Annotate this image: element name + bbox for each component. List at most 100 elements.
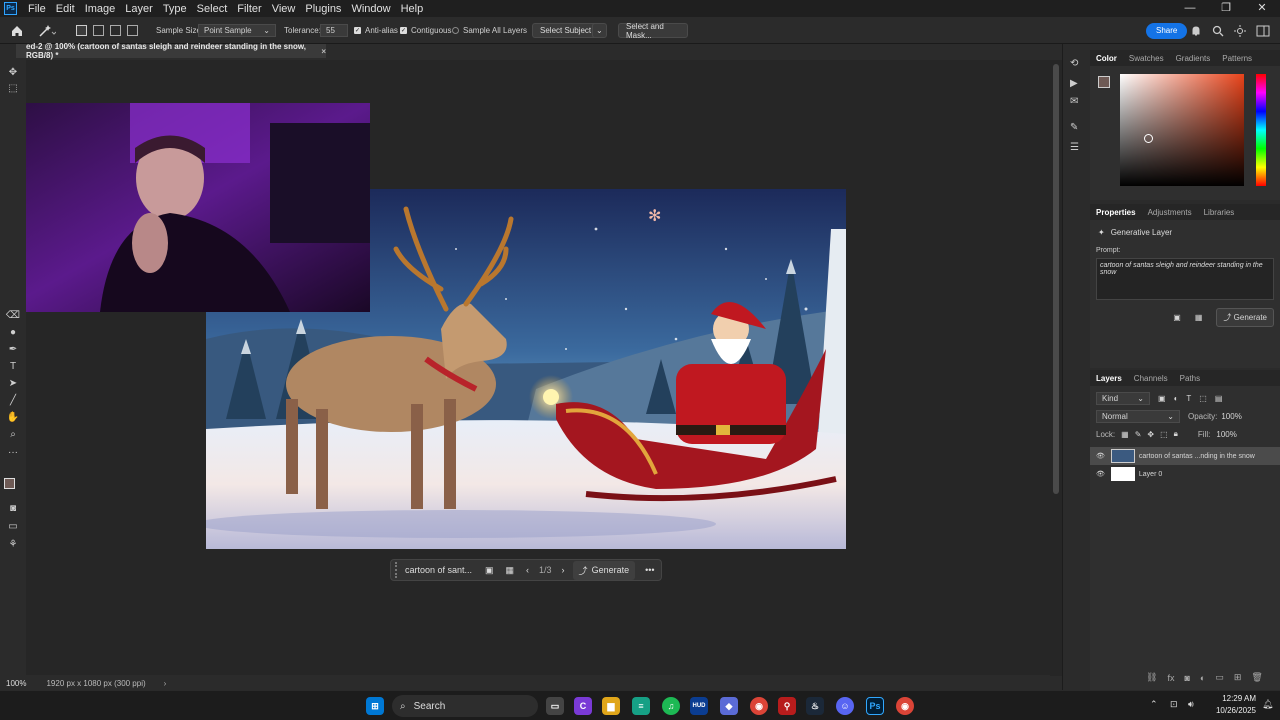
menu-window[interactable]: Window (346, 3, 395, 15)
new-group-icon[interactable]: ▭ (1215, 672, 1224, 683)
layer-row-generative[interactable]: 👁︎ cartoon of santas ...nding in the sno… (1090, 447, 1280, 465)
intersect-selection-icon[interactable] (127, 25, 138, 36)
pen-tool-icon[interactable]: ✒ (5, 343, 21, 357)
network-icon[interactable]: ⊡ (1170, 699, 1178, 710)
next-variation-icon[interactable]: › (562, 565, 565, 575)
variations-grid-icon[interactable]: ▦ (1195, 313, 1203, 322)
new-selection-icon[interactable] (76, 25, 87, 36)
history-icon[interactable]: ⟲ (1070, 58, 1078, 69)
more-tools-icon[interactable]: ··· (5, 446, 21, 460)
notepad-icon[interactable]: ≡ (632, 697, 650, 715)
path-selection-tool-icon[interactable]: ➤ (5, 377, 21, 391)
tab-swatches[interactable]: Swatches (1123, 54, 1170, 63)
vertical-scroll-thumb[interactable] (1053, 64, 1059, 494)
select-subject-button[interactable]: Select Subject (532, 23, 600, 38)
reference-image-icon[interactable]: ▣ (1173, 313, 1181, 322)
filter-shape-icon[interactable]: ⬚ (1199, 394, 1207, 403)
workspace-icon[interactable] (1256, 17, 1270, 44)
tab-properties[interactable]: Properties (1090, 208, 1142, 217)
zoom-level[interactable]: 100% (6, 679, 26, 688)
lock-all-icon[interactable]: 🔒︎ (1174, 429, 1178, 439)
marquee-tool-icon[interactable]: ⬚ (5, 82, 21, 96)
foreground-color-swatch[interactable] (4, 478, 15, 489)
reference-image-icon[interactable]: ▣ (485, 565, 494, 576)
bell-icon[interactable] (1190, 17, 1202, 44)
filter-type-icon[interactable]: T (1186, 394, 1191, 403)
chrome-icon[interactable]: ◉ (750, 697, 768, 715)
layer-name[interactable]: cartoon of santas ...nding in the snow (1139, 453, 1255, 460)
home-icon[interactable] (10, 17, 24, 44)
blend-mode-select[interactable]: Normal ⌄ (1096, 410, 1180, 423)
anti-alias-checkbox[interactable]: ✓ Anti-alias (354, 17, 398, 44)
share-button[interactable]: Share (1146, 22, 1188, 39)
generative-fill-icon[interactable]: ⚘ (5, 538, 21, 552)
discord-icon[interactable]: ☺ (836, 697, 854, 715)
notifications-icon[interactable]: 🔔︎ (1262, 699, 1273, 710)
document-info[interactable]: 1920 px x 1080 px (300 ppi) (46, 679, 145, 688)
status-menu-icon[interactable]: › (164, 679, 167, 688)
adjustment-layer-icon[interactable]: ◐ (1200, 673, 1205, 683)
tab-gradients[interactable]: Gradients (1170, 54, 1217, 63)
line-tool-icon[interactable]: ╱ (5, 394, 21, 408)
vertical-scrollbar[interactable] (1050, 60, 1062, 676)
steam-icon[interactable]: ♨ (806, 697, 824, 715)
copilot-icon[interactable]: C (574, 697, 592, 715)
filter-pixel-icon[interactable]: ▣ (1158, 394, 1166, 403)
layer-filter-select[interactable]: Kind ⌄ (1096, 392, 1150, 405)
taskbar-search-box[interactable]: ⌕ Search (392, 695, 538, 717)
document-tab[interactable]: ed-2 @ 100% (cartoon of santas sleigh an… (16, 42, 326, 60)
tab-paths[interactable]: Paths (1174, 374, 1206, 383)
menu-plugins[interactable]: Plugins (300, 3, 346, 15)
foreground-color-chip[interactable] (1098, 76, 1110, 88)
properties-generate-button[interactable]: ⤴ Generate (1216, 308, 1274, 327)
tab-color[interactable]: Color (1090, 54, 1123, 63)
subtract-selection-icon[interactable] (110, 25, 121, 36)
prompt-textarea[interactable]: cartoon of santas sleigh and reindeer st… (1096, 258, 1274, 300)
minimize-button[interactable]: — (1172, 0, 1208, 17)
filter-smart-object-icon[interactable]: ▤ (1215, 394, 1223, 403)
layer-name[interactable]: Layer 0 (1139, 471, 1162, 478)
menu-edit[interactable]: Edit (51, 3, 80, 15)
task-view-icon[interactable]: ▭ (546, 697, 564, 715)
move-tool-icon[interactable]: ✥ (5, 66, 21, 80)
close-button[interactable]: ✕ (1244, 0, 1280, 17)
eraser-tool-icon[interactable]: ⌫ (5, 309, 21, 323)
add-mask-icon[interactable]: ◙ (1184, 673, 1189, 683)
hue-slider[interactable] (1256, 74, 1266, 186)
zoom-tool-icon[interactable]: ⌕ (5, 428, 21, 442)
maps-icon[interactable]: ⚲ (778, 697, 796, 715)
more-options-icon[interactable]: ••• (645, 565, 654, 575)
sample-all-layers-checkbox[interactable]: Sample All Layers (452, 17, 527, 44)
layer-row-layer0[interactable]: 👁︎ Layer 0 (1090, 465, 1280, 483)
opacity-value[interactable]: 100% (1221, 412, 1241, 421)
sample-size-select[interactable]: Point Sample ⌄ (198, 24, 276, 37)
delete-layer-icon[interactable]: 🗑︎ (1251, 672, 1262, 683)
lock-artboard-icon[interactable]: ⬚ (1160, 430, 1168, 439)
lock-pixels-icon[interactable]: ✎ (1135, 430, 1142, 439)
menu-file[interactable]: File (23, 3, 51, 15)
fx-icon[interactable]: fx (1167, 673, 1174, 683)
tab-patterns[interactable]: Patterns (1216, 54, 1258, 63)
color-picker-cursor[interactable] (1144, 134, 1153, 143)
menu-type[interactable]: Type (158, 3, 192, 15)
start-icon[interactable]: ⊞ (366, 697, 384, 715)
system-tray-chevron-icon[interactable]: ⌃ (1150, 699, 1158, 710)
clock[interactable]: 12:29 AM 10/26/2025 (1206, 693, 1256, 717)
color-field[interactable] (1120, 74, 1244, 186)
brush-settings-icon[interactable]: ✎ (1070, 122, 1078, 133)
lock-position-icon[interactable]: ✥ (1147, 430, 1154, 439)
menu-image[interactable]: Image (80, 3, 121, 15)
adjustments-icon[interactable]: ☰ (1070, 142, 1079, 153)
maximize-button[interactable]: ❐ (1208, 0, 1244, 17)
contiguous-checkbox[interactable]: ✓ Contiguous (400, 17, 451, 44)
menu-view[interactable]: View (267, 3, 301, 15)
tab-channels[interactable]: Channels (1128, 374, 1174, 383)
previous-variation-icon[interactable]: ‹ (526, 565, 529, 575)
file-explorer-icon[interactable]: ▆ (602, 697, 620, 715)
actions-icon[interactable]: ▶ (1070, 78, 1078, 89)
drag-handle-icon[interactable] (395, 562, 401, 578)
quick-mask-icon[interactable]: ◙ (5, 502, 21, 516)
screen-mode-icon[interactable]: ▭ (5, 520, 21, 534)
generate-button[interactable]: ⤴ Generate (572, 560, 636, 580)
hud-icon[interactable]: HUD (690, 697, 708, 715)
